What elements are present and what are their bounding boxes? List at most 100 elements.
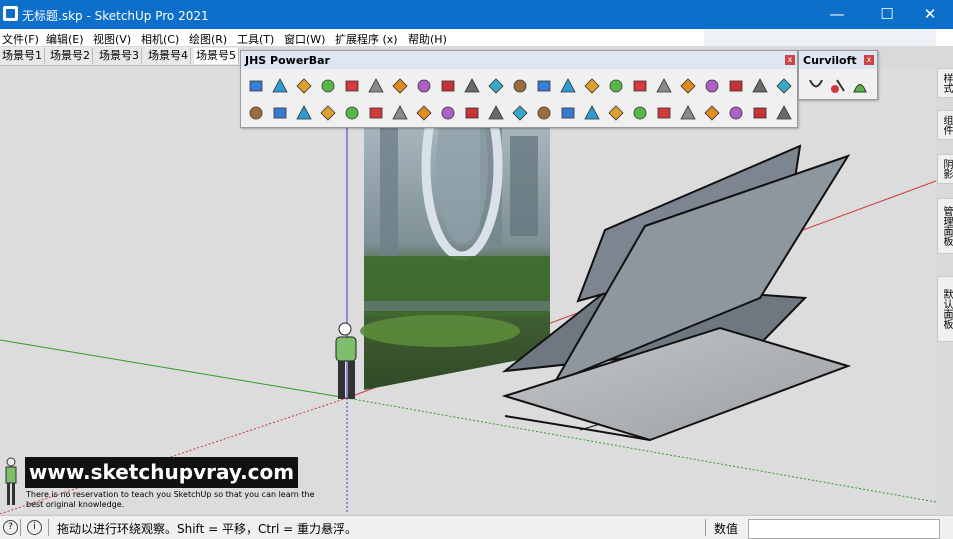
powerbar-tool-1-icon[interactable] xyxy=(247,77,265,95)
powerbar-titlebar[interactable]: JHS PowerBar x xyxy=(241,51,797,69)
window-title: 无标题.skp - SketchUp Pro 2021 xyxy=(22,9,209,23)
status-separator xyxy=(705,519,706,536)
powerbar-tool-4-icon[interactable] xyxy=(319,77,337,95)
menu-camera[interactable]: 相机(C) xyxy=(141,31,179,47)
scene-tab-4[interactable]: 场景号4 xyxy=(146,48,191,64)
powerbar-tool-22-icon[interactable] xyxy=(751,77,769,95)
menu-file[interactable]: 文件(F) xyxy=(2,31,39,47)
model-viewport[interactable] xyxy=(0,66,936,514)
powerbar-tool-29-icon[interactable] xyxy=(367,104,385,122)
powerbar-tool-17-icon[interactable] xyxy=(631,77,649,95)
powerbar-tool-30-icon[interactable] xyxy=(391,104,409,122)
curviloft-title: Curviloft xyxy=(803,54,857,67)
watermark-tagline: There is no reservation to teach you Ske… xyxy=(26,490,315,509)
scene-tab-2[interactable]: 场景号2 xyxy=(48,48,93,64)
menu-view[interactable]: 视图(V) xyxy=(93,31,131,47)
powerbar-tool-8-icon[interactable] xyxy=(415,77,433,95)
menu-help[interactable]: 帮助(H) xyxy=(408,31,447,47)
powerbar-tool-27-icon[interactable] xyxy=(319,104,337,122)
powerbar-tool-45-icon[interactable] xyxy=(751,104,769,122)
jhs-powerbar-toolbar[interactable]: JHS PowerBar x xyxy=(240,50,798,128)
menu-draw[interactable]: 绘图(R) xyxy=(189,31,227,47)
status-hint: 拖动以进行环绕观察。Shift = 平移，Ctrl = 重力悬浮。 xyxy=(57,522,357,536)
menu-window[interactable]: 窗口(W) xyxy=(284,31,325,47)
geo-location-icon[interactable]: ? xyxy=(3,520,18,535)
powerbar-tool-19-icon[interactable] xyxy=(679,77,697,95)
powerbar-tool-18-icon[interactable] xyxy=(655,77,673,95)
powerbar-tool-38-icon[interactable] xyxy=(583,104,601,122)
curviloft-skin-icon[interactable] xyxy=(829,77,847,95)
status-bar: ? i 拖动以进行环绕观察。Shift = 平移，Ctrl = 重力悬浮。 数值 xyxy=(0,515,953,539)
powerbar-tool-5-icon[interactable] xyxy=(343,77,361,95)
info-icon[interactable]: i xyxy=(27,520,42,535)
measurements-label: 数值 xyxy=(714,522,739,536)
curviloft-close-button[interactable]: x xyxy=(864,55,874,65)
powerbar-tool-16-icon[interactable] xyxy=(607,77,625,95)
menu-tools[interactable]: 工具(T) xyxy=(237,31,274,47)
powerbar-tool-14-icon[interactable] xyxy=(559,77,577,95)
powerbar-tool-43-icon[interactable] xyxy=(703,104,721,122)
powerbar-tool-39-icon[interactable] xyxy=(607,104,625,122)
curviloft-loft-icon[interactable] xyxy=(807,77,825,95)
scene-tab-5[interactable]: 场景号5 xyxy=(194,48,239,64)
powerbar-tool-34-icon[interactable] xyxy=(487,104,505,122)
panel-tab-components[interactable]: 组件 xyxy=(937,110,953,140)
powerbar-close-button[interactable]: x xyxy=(785,55,795,65)
powerbar-tool-9-icon[interactable] xyxy=(439,77,457,95)
powerbar-tool-35-icon[interactable] xyxy=(511,104,529,122)
maximize-button[interactable]: ☐ xyxy=(864,0,910,29)
menu-edit[interactable]: 编辑(E) xyxy=(46,31,84,47)
powerbar-tool-36-icon[interactable] xyxy=(535,104,553,122)
powerbar-tool-2-icon[interactable] xyxy=(271,77,289,95)
curviloft-contour-icon[interactable] xyxy=(851,77,869,95)
powerbar-tool-26-icon[interactable] xyxy=(295,104,313,122)
scene-tab-1[interactable]: 场景号1 xyxy=(0,48,45,64)
ghost-window-controls xyxy=(704,29,936,46)
menu-bar: 文件(F) 编辑(E) 视图(V) 相机(C) 绘图(R) 工具(T) 窗口(W… xyxy=(0,29,953,46)
powerbar-tool-33-icon[interactable] xyxy=(463,104,481,122)
powerbar-tool-13-icon[interactable] xyxy=(535,77,553,95)
powerbar-tool-42-icon[interactable] xyxy=(679,104,697,122)
powerbar-tool-20-icon[interactable] xyxy=(703,77,721,95)
powerbar-tool-11-icon[interactable] xyxy=(487,77,505,95)
powerbar-tool-3-icon[interactable] xyxy=(295,77,313,95)
powerbar-tool-44-icon[interactable] xyxy=(727,104,745,122)
green-axis xyxy=(0,339,348,399)
status-separator xyxy=(20,519,21,536)
panel-tab-shadows[interactable]: 阴影 xyxy=(937,154,953,184)
powerbar-tool-23-icon[interactable] xyxy=(775,77,793,95)
panel-tab-manage[interactable]: 管理面板 xyxy=(937,198,953,254)
powerbar-tool-41-icon[interactable] xyxy=(655,104,673,122)
powerbar-title: JHS PowerBar xyxy=(245,54,330,67)
curviloft-titlebar[interactable]: Curviloft x xyxy=(799,51,877,69)
watermark-overlay: www.sketchupvray.com There is no reserva… xyxy=(0,454,315,514)
scene-tabs: 场景号1 场景号2 场景号3 场景号4 场景号5 xyxy=(0,47,240,66)
powerbar-tool-10-icon[interactable] xyxy=(463,77,481,95)
powerbar-tool-15-icon[interactable] xyxy=(583,77,601,95)
status-separator xyxy=(48,519,49,536)
menu-extensions[interactable]: 扩展程序 (x) xyxy=(335,31,398,47)
panel-tab-styles[interactable]: 样式 xyxy=(937,68,953,98)
scene-drawing xyxy=(0,71,936,514)
powerbar-tool-24-icon[interactable] xyxy=(247,104,265,122)
powerbar-tool-25-icon[interactable] xyxy=(271,104,289,122)
measurements-input[interactable] xyxy=(748,519,940,539)
curviloft-surface-model xyxy=(501,144,852,442)
scene-tab-3[interactable]: 场景号3 xyxy=(97,48,142,64)
person-figure xyxy=(335,322,357,399)
title-bar: 无标题.skp - SketchUp Pro 2021 — ☐ ✕ xyxy=(0,0,953,29)
powerbar-tool-6-icon[interactable] xyxy=(367,77,385,95)
close-button[interactable]: ✕ xyxy=(907,0,953,29)
powerbar-tool-28-icon[interactable] xyxy=(343,104,361,122)
powerbar-tool-7-icon[interactable] xyxy=(391,77,409,95)
powerbar-tool-21-icon[interactable] xyxy=(727,77,745,95)
powerbar-tool-37-icon[interactable] xyxy=(559,104,577,122)
powerbar-tool-46-icon[interactable] xyxy=(775,104,793,122)
powerbar-tool-31-icon[interactable] xyxy=(415,104,433,122)
powerbar-tool-32-icon[interactable] xyxy=(439,104,457,122)
curviloft-toolbar[interactable]: Curviloft x xyxy=(798,50,878,100)
powerbar-tool-40-icon[interactable] xyxy=(631,104,649,122)
powerbar-tool-12-icon[interactable] xyxy=(511,77,529,95)
minimize-button[interactable]: — xyxy=(814,0,860,29)
panel-tab-default[interactable]: 默认面板 xyxy=(937,276,953,342)
